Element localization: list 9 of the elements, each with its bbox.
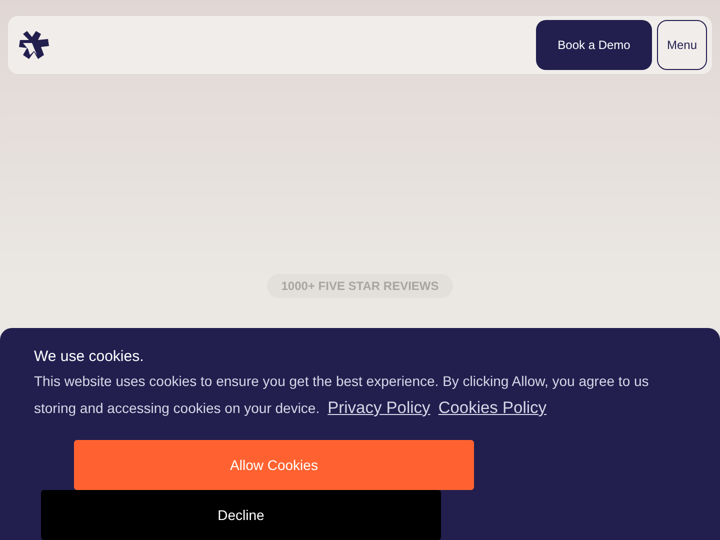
policy-link[interactable]: Cookies Policy xyxy=(438,399,547,417)
reviews-badge: 1000+ FIVE STAR REVIEWS xyxy=(267,274,453,298)
cookie-message: This website uses cookies to ensure you get the best experience. By clicking Allow, you agree to us storing and accessing cookies on your device. Privacy Policy Cookies Policy xyxy=(34,372,650,419)
menu-button[interactable]: Menu xyxy=(657,20,707,70)
decline-button[interactable]: Decline xyxy=(41,490,441,540)
logo-icon[interactable] xyxy=(18,30,50,60)
book-demo-button[interactable]: Book a Demo xyxy=(536,20,652,70)
policy-link[interactable]: Privacy Policy xyxy=(328,399,430,417)
cookie-title: We use cookies. xyxy=(34,348,145,365)
